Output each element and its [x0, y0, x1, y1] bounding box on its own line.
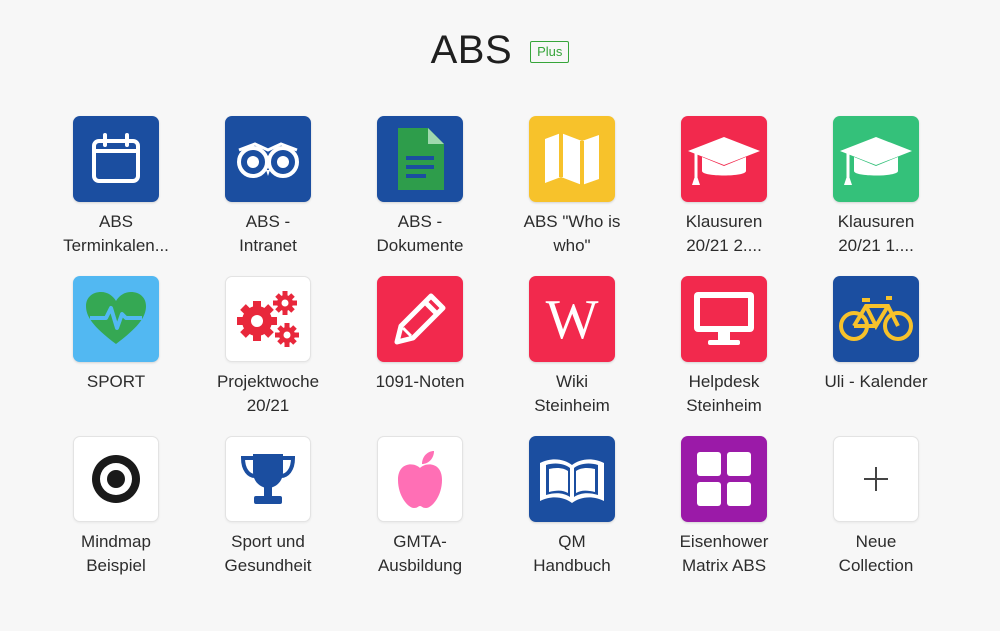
tile-label: Sport und Gesundheit: [198, 530, 338, 578]
tile-label-line-1: Uli - Kalender: [824, 372, 928, 391]
tile-klausuren-2[interactable]: Klausuren 20/21 2....: [648, 116, 800, 276]
calendar-icon[interactable]: [73, 116, 159, 202]
tile-label: Uli - Kalender: [806, 370, 946, 394]
tile-label-line-2: 20/21 1....: [838, 236, 914, 255]
tile-label: Wiki Steinheim: [502, 370, 642, 418]
tile-abs-who-is-who[interactable]: ABS "Who is who": [496, 116, 648, 276]
tile-label: Neue Collection: [806, 530, 946, 578]
gears-icon[interactable]: [225, 276, 311, 362]
tile-neue-collection[interactable]: Neue Collection: [800, 436, 952, 596]
tile-label: ABS - Dokumente: [350, 210, 490, 258]
tile-label-line-1: Klausuren: [685, 212, 763, 231]
tile-label-line-1: QM: [558, 532, 586, 551]
tile-label-line-2: 20/21: [246, 396, 290, 415]
tile-klausuren-1[interactable]: Klausuren 20/21 1....: [800, 116, 952, 276]
target-icon[interactable]: [73, 436, 159, 522]
tile-label-line-2: Matrix ABS: [681, 556, 767, 575]
tile-label-line-1: Wiki: [555, 372, 589, 391]
tile-label: SPORT: [46, 370, 186, 394]
tile-label-line-2: who": [553, 236, 591, 255]
tile-eisenhower-matrix[interactable]: Eisenhower Matrix ABS: [648, 436, 800, 596]
tile-label-line-2: Handbuch: [533, 556, 611, 575]
tile-label-line-2: Collection: [838, 556, 914, 575]
plus-icon[interactable]: [833, 436, 919, 522]
pencil-icon[interactable]: [377, 276, 463, 362]
tile-label: Klausuren 20/21 2....: [654, 210, 794, 258]
tile-label-line-2: Beispiel: [86, 556, 146, 575]
tile-label: Klausuren 20/21 1....: [806, 210, 946, 258]
tile-abs-dokumente[interactable]: ABS - Dokumente: [344, 116, 496, 276]
tile-label: Mindmap Beispiel: [46, 530, 186, 578]
tile-helpdesk-steinheim[interactable]: Helpdesk Steinheim: [648, 276, 800, 436]
tile-label-line-1: Mindmap: [81, 532, 151, 551]
tile-label-line-1: ABS "Who is: [523, 212, 621, 231]
tile-sport[interactable]: SPORT: [40, 276, 192, 436]
tile-label-line-1: SPORT: [86, 372, 146, 391]
tile-label-line-1: ABS -: [245, 212, 291, 231]
page-header: ABS Plus: [0, 22, 1000, 78]
tile-label-line-1: Helpdesk: [688, 372, 760, 391]
tile-abs-intranet[interactable]: ABS - Intranet: [192, 116, 344, 276]
tile-label-line-1: 1091-Noten: [375, 372, 465, 391]
tile-qm-handbuch[interactable]: QM Handbuch: [496, 436, 648, 596]
tile-label-line-2: Ausbildung: [377, 556, 463, 575]
tile-mindmap-beispiel[interactable]: Mindmap Beispiel: [40, 436, 192, 596]
tile-label-line-1: Eisenhower: [679, 532, 769, 551]
document-icon[interactable]: [377, 116, 463, 202]
tile-label-line-2: Intranet: [239, 236, 297, 255]
tile-1091-noten[interactable]: 1091-Noten: [344, 276, 496, 436]
tile-label: Eisenhower Matrix ABS: [654, 530, 794, 578]
tile-label: Projektwoche 20/21: [198, 370, 338, 418]
tile-abs-terminkalender[interactable]: ABS Terminkalen...: [40, 116, 192, 276]
tile-label-line-1: Projektwoche: [216, 372, 320, 391]
svg-text:W: W: [546, 292, 599, 346]
tile-label-line-2: Terminkalen...: [63, 236, 169, 255]
monitor-icon[interactable]: [681, 276, 767, 362]
tile-label: QM Handbuch: [502, 530, 642, 578]
tile-sport-und-gesundheit[interactable]: Sport und Gesundheit: [192, 436, 344, 596]
wikipedia-icon[interactable]: W: [529, 276, 615, 362]
tile-label-line-1: GMTA-: [393, 532, 447, 551]
tile-label-line-2: Dokumente: [376, 236, 464, 255]
bicycle-icon[interactable]: [833, 276, 919, 362]
tile-label-line-2: Steinheim: [686, 396, 762, 415]
tile-label-line-1: ABS -: [397, 212, 443, 231]
tile-label-line-2: 20/21 2....: [686, 236, 762, 255]
owl-eyes-icon[interactable]: [225, 116, 311, 202]
tile-wiki-steinheim[interactable]: W Wiki Steinheim: [496, 276, 648, 436]
graduation-cap-icon[interactable]: [833, 116, 919, 202]
tile-projektwoche[interactable]: Projektwoche 20/21: [192, 276, 344, 436]
tile-uli-kalender[interactable]: Uli - Kalender: [800, 276, 952, 436]
tile-label-line-1: ABS: [98, 212, 134, 231]
tile-label: ABS - Intranet: [198, 210, 338, 258]
page-title: ABS: [430, 27, 513, 72]
tile-label: ABS Terminkalen...: [46, 210, 186, 258]
grid-squares-icon[interactable]: [681, 436, 767, 522]
map-icon[interactable]: [529, 116, 615, 202]
tile-label-line-2: Gesundheit: [224, 556, 312, 575]
tile-label: ABS "Who is who": [502, 210, 642, 258]
tile-label-line-1: Neue: [855, 532, 897, 551]
graduation-cap-icon[interactable]: [681, 116, 767, 202]
tile-label: Helpdesk Steinheim: [654, 370, 794, 418]
tile-label: GMTA- Ausbildung: [350, 530, 490, 578]
plus-badge: Plus: [530, 41, 570, 63]
tile-label-line-1: Sport und: [231, 532, 305, 551]
trophy-icon[interactable]: [225, 436, 311, 522]
collection-grid: ABS Terminkalen... ABS - Intranet ABS - Dokum…: [40, 116, 952, 596]
open-book-icon[interactable]: [529, 436, 615, 522]
apple-icon[interactable]: [377, 436, 463, 522]
tile-label: 1091-Noten: [350, 370, 490, 394]
heart-pulse-icon[interactable]: [73, 276, 159, 362]
tile-label-line-1: Klausuren: [837, 212, 915, 231]
tile-label-line-2: Steinheim: [534, 396, 610, 415]
tile-gmta-ausbildung[interactable]: GMTA- Ausbildung: [344, 436, 496, 596]
